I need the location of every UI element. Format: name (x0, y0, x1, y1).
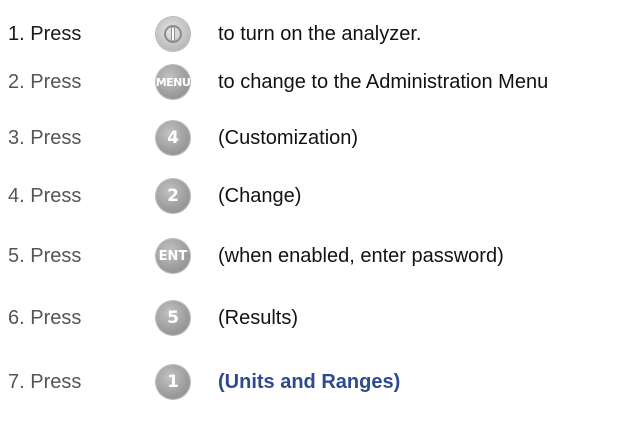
step-description: to turn on the analyzer. (218, 23, 422, 45)
step-label: 1. Press (8, 23, 82, 45)
key-2-icon: 2 (156, 179, 190, 213)
step-description: to change to the Administration Menu (218, 71, 549, 93)
step-description: (Customization) (218, 127, 359, 149)
step-description: (Results) (218, 307, 299, 329)
menu-key-icon: MENU (156, 65, 191, 99)
step-label: 3. Press (8, 127, 82, 149)
step-description: (Change) (218, 185, 302, 207)
step-label: 2. Press (8, 71, 82, 93)
step-label: 6. Press (8, 307, 82, 329)
step-label: 7. Press (8, 371, 82, 393)
step-description-highlight: (Units and Ranges) (218, 371, 401, 393)
power-icon (156, 17, 190, 51)
step-row-3: 3. Press 4 (Customization) (0, 118, 620, 158)
key-5-icon: 5 (156, 301, 190, 335)
step-row-2: 2. Press MENU to change to the Administr… (0, 62, 620, 102)
step-label: 5. Press (8, 245, 82, 267)
step-row-7: 7. Press 1 (Units and Ranges) (0, 362, 620, 402)
key-1-icon: 1 (156, 365, 190, 399)
enter-key-icon: ENT (156, 239, 190, 273)
step-label: 4. Press (8, 185, 82, 207)
step-description: (when enabled, enter password) (218, 245, 504, 267)
step-row-4: 4. Press 2 (Change) (0, 176, 620, 216)
step-row-1: 1. Press to turn on the analyzer. (0, 14, 620, 54)
key-4-icon: 4 (156, 121, 190, 155)
step-row-6: 6. Press 5 (Results) (0, 298, 620, 338)
step-row-5: 5. Press ENT (when enabled, enter passwo… (0, 236, 620, 276)
